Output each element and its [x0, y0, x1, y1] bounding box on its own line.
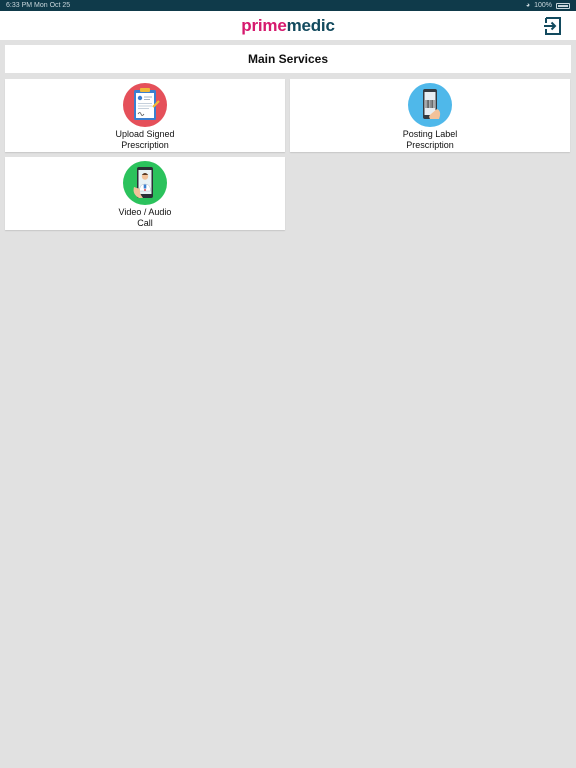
battery-icon	[556, 2, 570, 9]
logout-icon	[544, 17, 561, 35]
service-label-line1: Video / Audio	[118, 207, 172, 217]
service-label-line1: Upload Signed	[115, 129, 175, 139]
status-right: ◕ 100%	[526, 0, 570, 11]
service-card-video-call[interactable]: Video / Audio Call	[5, 157, 285, 230]
logo-medic: medic	[286, 15, 335, 35]
page-title: Main Services	[5, 45, 571, 73]
service-label: Upload Signed Prescription	[115, 129, 174, 151]
phone-barcode-icon	[408, 83, 452, 127]
service-label-line2: Prescription	[406, 140, 454, 150]
service-label-line1: Posting Label	[402, 129, 458, 139]
prescription-clipboard-icon	[123, 83, 167, 127]
primemedic-logo: primemedic	[241, 15, 335, 36]
status-bar: 6:33 PM Mon Oct 25 ◕ 100%	[0, 0, 576, 11]
service-label: Posting Label Prescription	[403, 129, 458, 151]
battery-percent: 100%	[534, 2, 552, 9]
service-card-upload-prescription[interactable]: Upload Signed Prescription	[5, 79, 285, 152]
service-card-posting-label[interactable]: Posting Label Prescription	[290, 79, 570, 152]
logout-button[interactable]	[543, 16, 563, 36]
logo-prime: prime	[241, 15, 287, 35]
service-label: Video / Audio Call	[119, 207, 172, 229]
doctor-phone-icon	[123, 161, 167, 205]
service-label-line2: Prescription	[121, 140, 169, 150]
wifi-icon: ◕	[525, 2, 531, 9]
service-label-line2: Call	[137, 218, 153, 228]
app-header: primemedic	[0, 11, 576, 40]
status-time-date: 6:33 PM Mon Oct 25	[6, 2, 71, 9]
